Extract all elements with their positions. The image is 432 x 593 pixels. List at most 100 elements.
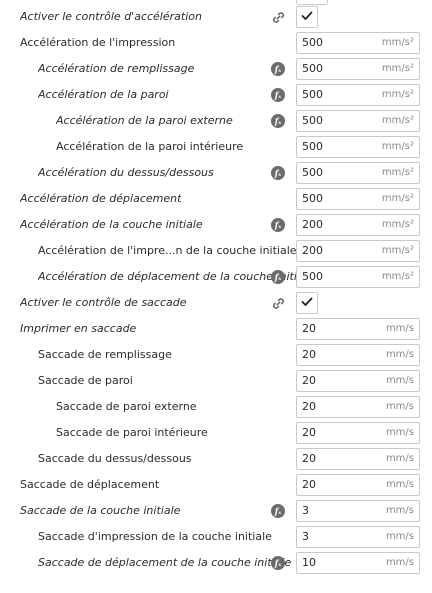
function-icon[interactable]: fₓ [271,504,285,518]
setting-value: 20 [302,374,316,387]
setting-value-field[interactable]: 500 mm/s² [296,162,420,184]
setting-value: 20 [302,452,316,465]
setting-unit: mm/s² [381,219,414,230]
link-icon[interactable] [271,296,285,310]
setting-row-saccade-de-remplissage: Saccade de remplissage 20 mm/s [0,342,432,368]
setting-value: 3 [302,504,309,517]
setting-value-field[interactable]: 500 mm/s² [296,136,420,158]
setting-label: Accélération du dessus/dessous [38,166,214,179]
setting-label: Saccade de paroi intérieure [56,426,208,439]
setting-unit: mm/s² [381,193,414,204]
function-icon[interactable]: fₓ [271,166,285,180]
setting-value-field[interactable]: 20 mm/s [296,422,420,444]
setting-value-field[interactable]: 20 mm/s [296,344,420,366]
setting-value: 500 [302,166,323,179]
setting-value: 10 [302,556,316,569]
setting-value-field[interactable]: 500 mm/s² [296,188,420,210]
setting-checkbox[interactable] [296,6,318,28]
setting-unit: mm/s [385,479,414,490]
setting-label: Accélération de remplissage [38,62,195,75]
setting-label: Accélération de la paroi intérieure [56,140,244,153]
setting-value: 3 [302,530,309,543]
setting-row-saccade-de-deplacement: Saccade de déplacement 20 mm/s [0,472,432,498]
setting-unit: mm/s [385,453,414,464]
function-icon[interactable]: fₓ [271,114,285,128]
setting-unit: mm/s [385,375,414,386]
setting-row-acceleration-de-l-impression: Accélération de l'impression 500 mm/s² [0,30,432,56]
settings-panel: Activer le contrôle d'accélération Accélé… [0,0,432,593]
setting-unit: mm/s² [381,63,414,74]
setting-value: 20 [302,478,316,491]
setting-value-field[interactable]: 500 mm/s² [296,84,420,106]
function-icon[interactable]: fₓ [271,62,285,76]
setting-label: Accélération de l'impre...n de la couche… [38,244,297,257]
setting-value: 200 [302,244,323,257]
setting-row-acceleration-de-la-paroi-interieure: Accélération de la paroi intérieure 500 mm… [0,134,432,160]
setting-value: 500 [302,114,323,127]
setting-label: Accélération de la paroi externe [56,114,233,127]
setting-label: Accélération de la paroi [38,88,169,101]
setting-label: Activer le contrôle de saccade [20,296,187,309]
setting-value-field[interactable]: 20 mm/s [296,318,420,340]
function-icon[interactable]: fₓ [271,218,285,232]
checkmark-icon [301,11,313,24]
setting-label: Saccade de paroi externe [56,400,197,413]
setting-unit: mm/s² [381,271,414,282]
setting-label: Saccade d'impression de la couche initia… [38,530,272,543]
setting-row-imprimer-en-saccade: Imprimer en saccade 20 mm/s [0,316,432,342]
setting-label: Imprimer en saccade [20,322,137,335]
setting-row-saccade-de-deplacement-de-la-couche-initiale: Saccade de déplacement de la couche init… [0,550,432,576]
setting-value: 500 [302,192,323,205]
setting-value: 20 [302,426,316,439]
setting-row-acceleration-de-l-impre-n-de-la-couche-initiale: Accélération de l'impre...n de la couche… [0,238,432,264]
setting-label: Saccade de déplacement [20,478,160,491]
setting-unit: mm/s² [381,167,414,178]
setting-unit: mm/s [385,557,414,568]
setting-row-acceleration-du-dessus-dessous: Accélération du dessus/dessous fₓ 500 mm/s² [0,160,432,186]
setting-unit: mm/s [385,427,414,438]
setting-value-field[interactable]: 500 mm/s² [296,32,420,54]
setting-value-field[interactable]: 200 mm/s² [296,240,420,262]
setting-label: Saccade de déplacement de la couche init… [38,556,292,569]
setting-row-acceleration-de-la-couche-initiale: Accélération de la couche initiale fₓ 200 m… [0,212,432,238]
setting-checkbox[interactable] [296,292,318,314]
setting-value-field[interactable]: 500 mm/s² [296,266,420,288]
setting-label: Activer le contrôle d'accélération [20,10,202,23]
setting-value-field[interactable]: 10 mm/s [296,552,420,574]
setting-value: 500 [302,270,323,283]
setting-value-field[interactable]: 20 mm/s [296,396,420,418]
setting-value: 20 [302,322,316,335]
setting-row-acceleration-de-deplacement-de-la-couche-initiale: Accélération de déplacement de la couche… [0,264,432,290]
setting-value-field[interactable]: 500 mm/s² [296,110,420,132]
setting-label: Accélération de déplacement [20,192,182,205]
setting-value-field[interactable]: 3 mm/s [296,526,420,548]
setting-row-activer-le-controle-de-saccade: Activer le contrôle de saccade [0,290,432,316]
setting-row-saccade-de-paroi-externe: Saccade de paroi externe 20 mm/s [0,394,432,420]
setting-value-field[interactable]: 200 mm/s² [296,214,420,236]
setting-value-field[interactable]: 3 mm/s [296,500,420,522]
setting-unit: mm/s [385,531,414,542]
link-icon[interactable] [271,10,285,24]
setting-row-saccade-du-dessus-dessous: Saccade du dessus/dessous 20 mm/s [0,446,432,472]
checkmark-icon [301,297,313,310]
setting-value-field[interactable]: 20 mm/s [296,448,420,470]
setting-value: 500 [302,62,323,75]
setting-value: 20 [302,348,316,361]
function-icon[interactable]: fₓ [271,88,285,102]
setting-value-field[interactable]: 20 mm/s [296,370,420,392]
setting-value-field[interactable]: 20 mm/s [296,474,420,496]
setting-label: Saccade de la couche initiale [20,504,181,517]
setting-label: Accélération de l'impression [20,36,176,49]
function-icon[interactable]: fₓ [271,270,285,284]
function-icon[interactable]: fₓ [271,556,285,570]
setting-unit: mm/s² [381,141,414,152]
setting-unit: mm/s [385,401,414,412]
setting-unit: mm/s [385,349,414,360]
setting-unit: mm/s² [381,37,414,48]
setting-value: 500 [302,140,323,153]
setting-row-activer-le-controle-d-acceleration: Activer le contrôle d'accélération [0,4,432,30]
setting-unit: mm/s² [381,245,414,256]
setting-row-saccade-de-paroi-interieure: Saccade de paroi intérieure 20 mm/s [0,420,432,446]
setting-value-field[interactable]: 500 mm/s² [296,58,420,80]
setting-unit: mm/s [385,505,414,516]
